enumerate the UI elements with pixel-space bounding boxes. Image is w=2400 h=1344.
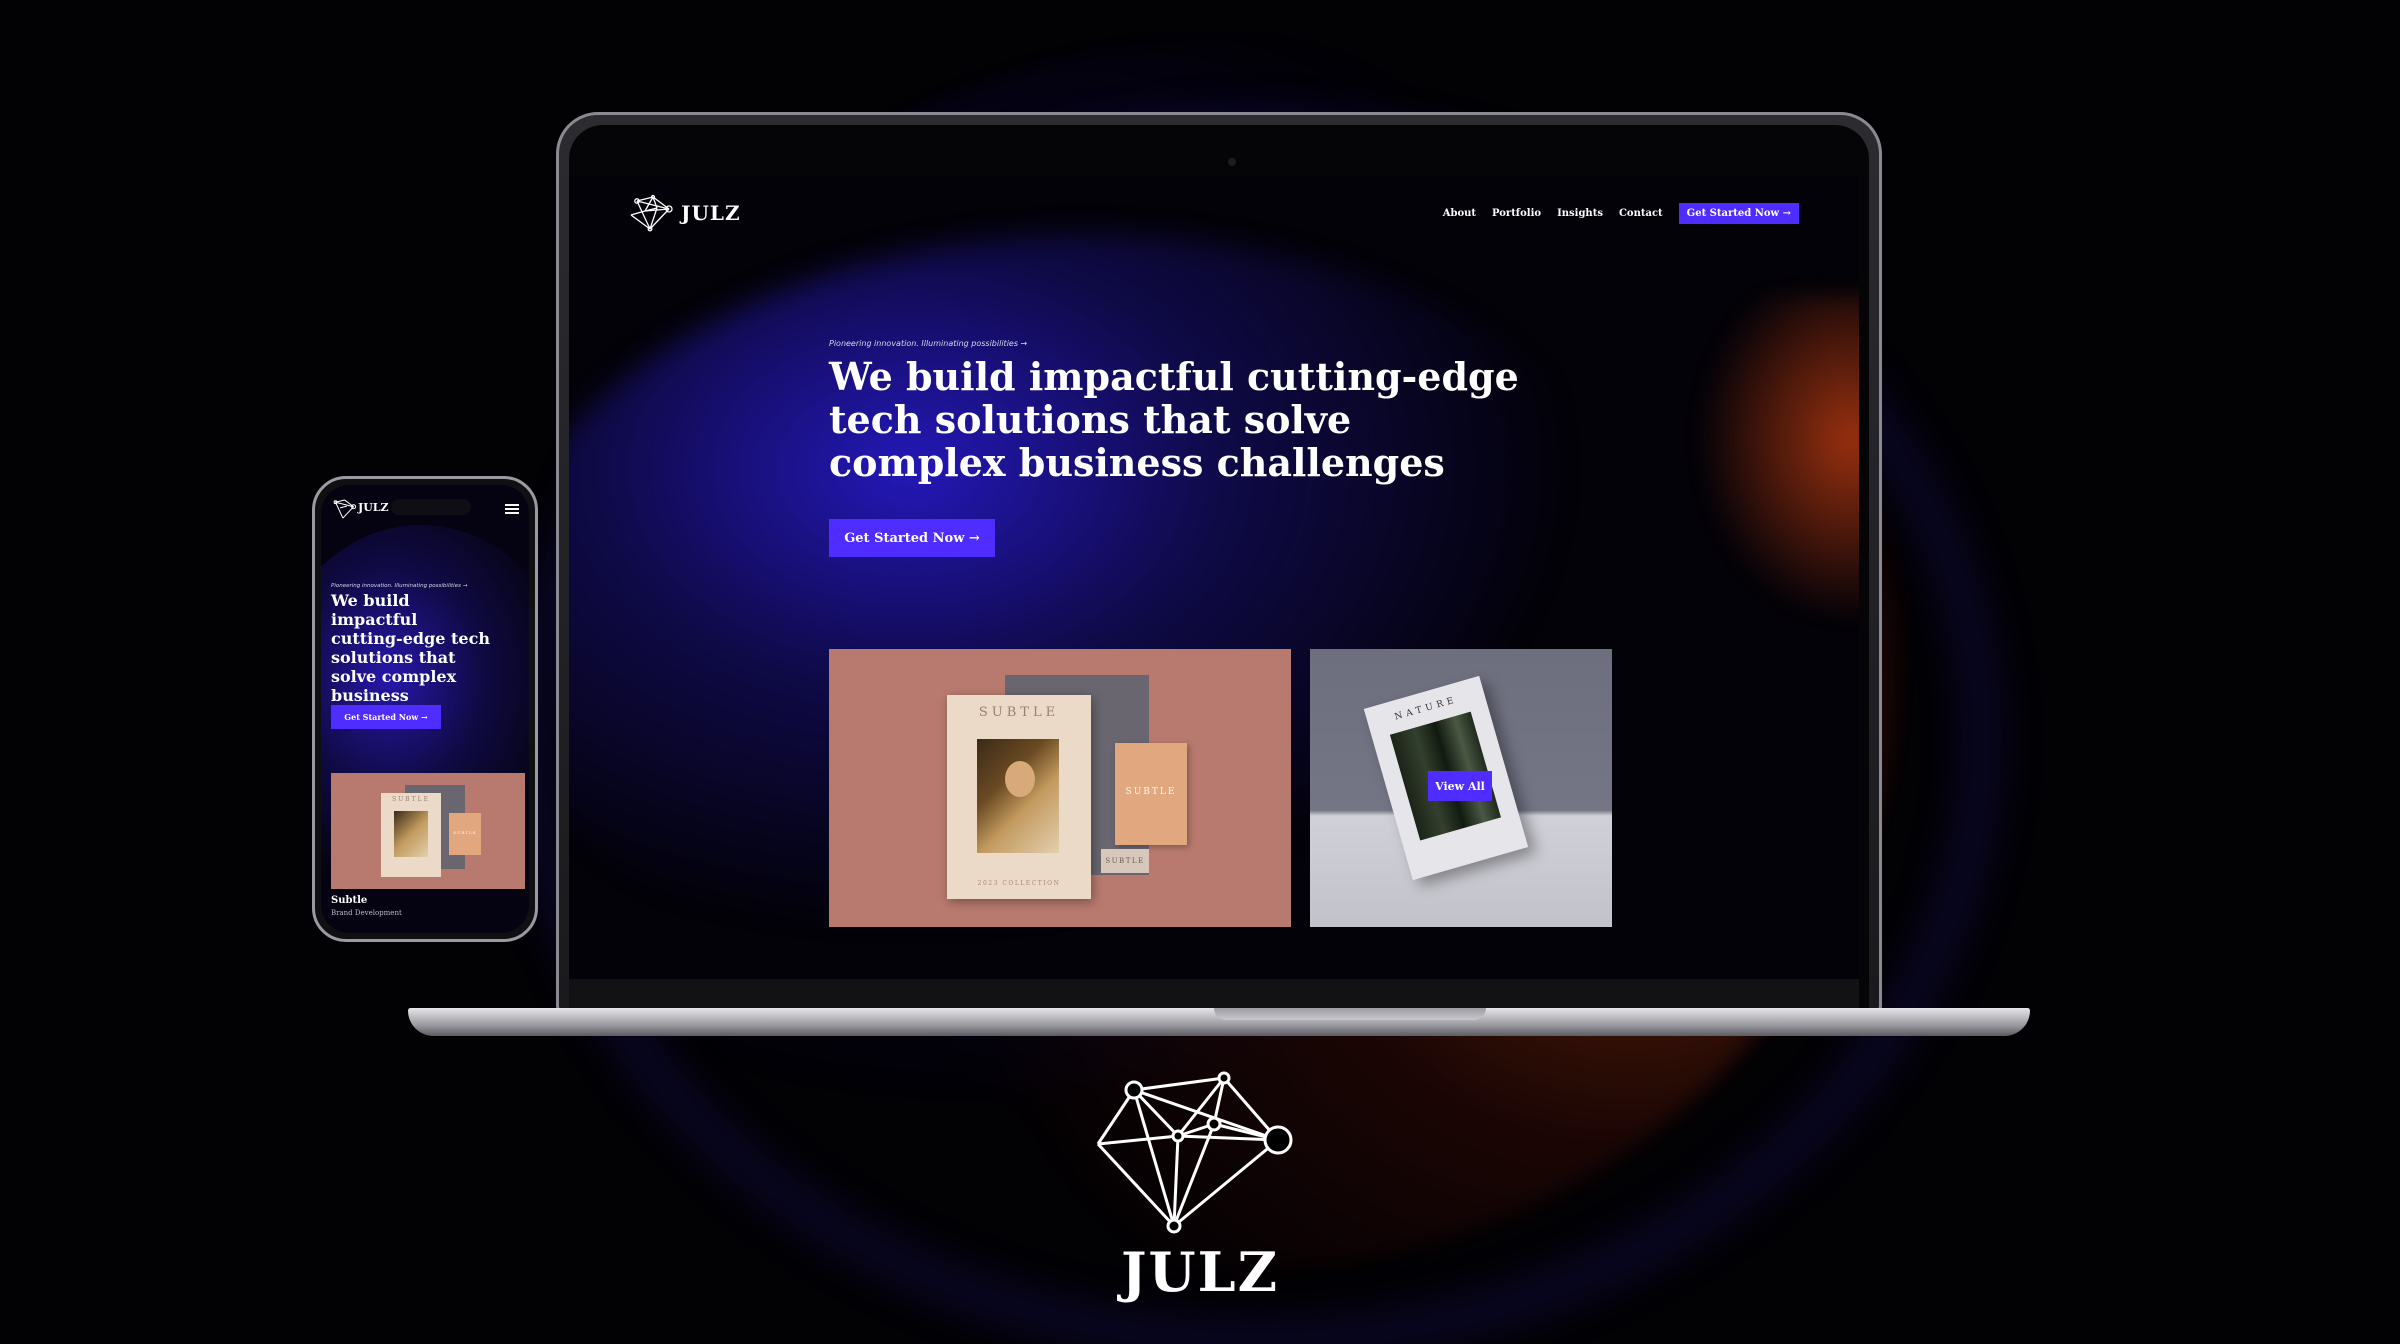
phone-get-started-button[interactable]: Get Started Now → — [331, 705, 441, 729]
hero-title: We build impactful cutting-edge tech sol… — [829, 354, 1519, 485]
laptop-mockup: JULZ About Portfolio Insights Contact Ge… — [408, 112, 2030, 1036]
view-all-button[interactable]: View All — [1428, 771, 1492, 801]
phone-mockup: JULZ Pioneering innovation. Illuminating… — [312, 476, 538, 942]
laptop-hinge-notch — [1214, 1008, 1486, 1020]
small-book-title: SUBTLE — [1125, 787, 1177, 797]
phone-card-subtitle: Brand Development — [331, 909, 402, 917]
network-diamond-icon[interactable] — [331, 497, 357, 521]
phone-book-small: SUBTLE — [449, 813, 481, 855]
portfolio-card-nature[interactable]: NATURE View All — [1310, 649, 1612, 927]
portfolio-card-subtle[interactable]: SUBTLE 2023 COLLECTION SUBTLE SUBTLE — [829, 649, 1291, 927]
book-mockup-small: SUBTLE — [1115, 743, 1187, 845]
phone-screen: JULZ Pioneering innovation. Illuminating… — [321, 485, 529, 933]
phone-small-book-title: SUBTLE — [453, 830, 477, 835]
phone-portfolio-card[interactable]: SUBTLE SUBTLE — [331, 773, 525, 889]
phone-book-photo — [394, 811, 428, 857]
hero-background-glow-orange — [1669, 295, 1859, 655]
phone-dynamic-island — [391, 499, 471, 515]
brand-name: JULZ — [1120, 1240, 1280, 1304]
book-strip: SUBTLE — [1101, 849, 1149, 873]
nav-link-about[interactable]: About — [1443, 208, 1476, 219]
hero-get-started-button[interactable]: Get Started Now → — [829, 519, 995, 557]
phone-book-main: SUBTLE — [381, 793, 441, 877]
hero-tagline: Pioneering innovation. Illuminating poss… — [829, 339, 1028, 348]
showcase-stage: JULZ About Portfolio Insights Contact Ge… — [0, 0, 2400, 1344]
phone-book-title: SUBTLE — [392, 796, 430, 803]
laptop-screen: JULZ About Portfolio Insights Contact Ge… — [569, 175, 1859, 979]
network-diamond-icon — [1096, 1071, 1293, 1234]
laptop-lid: JULZ About Portfolio Insights Contact Ge… — [556, 112, 1882, 1014]
network-diamond-icon[interactable] — [629, 193, 675, 233]
book-title: SUBTLE — [978, 705, 1060, 720]
portrait-figure — [1005, 761, 1035, 797]
phone-card-title[interactable]: Subtle — [331, 895, 367, 906]
book-cover-photo — [977, 739, 1059, 853]
book-mockup-main: SUBTLE 2023 COLLECTION — [947, 695, 1091, 899]
camera-icon — [1228, 158, 1236, 166]
nav-link-insights[interactable]: Insights — [1557, 208, 1603, 219]
laptop-chin — [569, 979, 1859, 1011]
nav-get-started-button[interactable]: Get Started Now → — [1678, 203, 1799, 224]
site-navbar: JULZ About Portfolio Insights Contact Ge… — [629, 185, 1799, 241]
nav-links: About Portfolio Insights Contact Get Sta… — [1443, 203, 1799, 224]
book-footer-text: 2023 COLLECTION — [977, 880, 1061, 887]
phone-logo-text[interactable]: JULZ — [358, 501, 389, 514]
hamburger-menu-icon[interactable] — [505, 504, 519, 514]
phone-hero-tagline: Pioneering innovation. Illuminating poss… — [331, 583, 468, 589]
site-logo-text[interactable]: JULZ — [681, 201, 741, 225]
nav-link-portfolio[interactable]: Portfolio — [1492, 208, 1541, 219]
nav-link-contact[interactable]: Contact — [1619, 208, 1663, 219]
